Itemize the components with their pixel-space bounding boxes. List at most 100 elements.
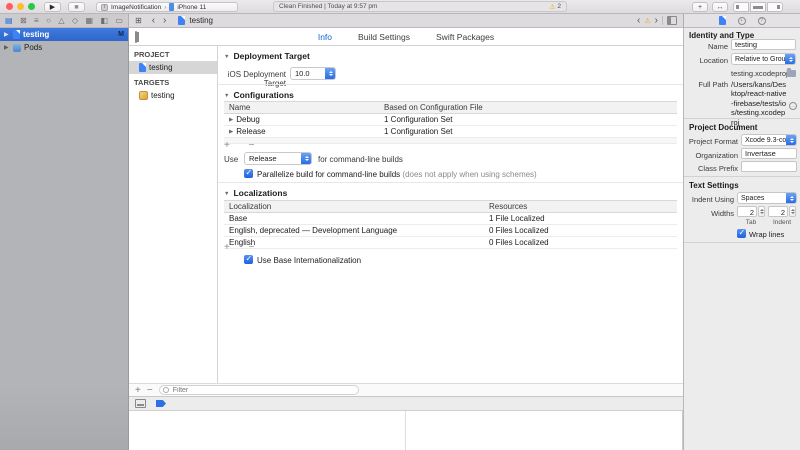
configurations-add-remove-buttons[interactable]: + −	[224, 140, 262, 151]
section-deployment-target[interactable]: Deployment Target	[224, 51, 310, 61]
parallelize-checkbox[interactable]	[244, 169, 253, 178]
localizations-add-remove-buttons[interactable]: + −	[224, 242, 262, 253]
editor-options-icon[interactable]	[667, 16, 677, 25]
activity-status: Clean Finished | Today at 9:57 pm ⚠ 2	[273, 1, 567, 12]
table-row[interactable]: ▶Release 1 Configuration Set	[224, 126, 677, 138]
ios-deployment-label: iOS Deployment Target	[218, 70, 286, 88]
filter-input[interactable]	[171, 386, 355, 395]
debug-navigator-icon[interactable]: ▦	[85, 16, 93, 25]
table-row[interactable]: ▶Debug 1 Configuration Set	[224, 114, 677, 126]
stepper-arrows-icon[interactable]	[789, 206, 796, 217]
xcode-window: ▶ ■ i ImageNotification › iPhone 11 Clea…	[0, 0, 800, 450]
previous-issue-icon[interactable]: ‹	[637, 15, 640, 26]
tab-build-settings[interactable]: Build Settings	[358, 32, 410, 42]
symbol-navigator-icon[interactable]: ≡	[34, 16, 39, 25]
table-row[interactable]: Base 1 File Localized	[224, 213, 677, 225]
inspector-panel-icon	[777, 5, 780, 9]
tab-overview-icon[interactable]: ⊞	[135, 16, 142, 25]
tab-swift-packages[interactable]: Swift Packages	[436, 32, 494, 42]
scheme-selector[interactable]: i ImageNotification › iPhone 11	[96, 2, 238, 12]
history-inspector-icon[interactable]: •	[738, 17, 746, 25]
tab-width-stepper[interactable]: 2	[737, 206, 765, 217]
name-input[interactable]	[732, 40, 795, 49]
base-internationalization-checkbox[interactable]	[244, 255, 253, 264]
class-prefix-field[interactable]	[741, 161, 797, 172]
location-select[interactable]: Relative to Group	[731, 53, 796, 65]
target-item-testing[interactable]: testing	[129, 89, 217, 102]
file-inspector-panel: Identity and Type Name Location Relative…	[683, 28, 800, 450]
editor-layout-button[interactable]: ↔	[712, 2, 728, 12]
indent-width-value[interactable]: 2	[768, 206, 788, 217]
table-row[interactable]: English 0 Files Localized	[224, 237, 677, 249]
navigator-tab-bar: ▤ ⊠ ≡ ○ △ ◇ ▦ ◧ ▭	[0, 14, 129, 28]
col-name: Name	[224, 103, 379, 112]
class-prefix-input[interactable]	[742, 162, 796, 171]
zoom-window-button[interactable]	[28, 3, 35, 10]
disclosure-icon[interactable]: ▶	[4, 44, 10, 51]
add-editor-button[interactable]: +	[692, 2, 708, 12]
remove-target-button[interactable]: −	[147, 385, 153, 396]
folder-icon[interactable]	[787, 70, 796, 77]
ios-deployment-select[interactable]: 10.0	[290, 67, 336, 80]
project-group-header: PROJECT	[129, 46, 217, 61]
wrap-lines-checkbox[interactable]	[737, 229, 746, 238]
toggle-inspector-button[interactable]	[767, 2, 783, 12]
project-file-icon	[139, 63, 146, 72]
test-navigator-icon[interactable]: ◇	[72, 16, 78, 25]
next-issue-icon[interactable]: ›	[655, 15, 658, 26]
issue-navigator-icon[interactable]: △	[58, 16, 64, 25]
scheme-device-name[interactable]: iPhone 11	[177, 4, 206, 11]
section-configurations[interactable]: Configurations	[224, 90, 294, 100]
disclosure-icon[interactable]: ▶	[4, 31, 10, 38]
command-line-config-select[interactable]: Release	[244, 152, 312, 165]
full-path-label: Full Path	[684, 80, 728, 89]
pods-project-icon	[13, 44, 21, 52]
minimize-window-button[interactable]	[17, 3, 24, 10]
navigator-item-pods[interactable]: ▶ Pods	[0, 41, 128, 54]
toggle-navigator-button[interactable]	[733, 2, 749, 12]
tab-info[interactable]: Info	[318, 32, 332, 42]
organization-input[interactable]	[742, 149, 796, 158]
report-navigator-icon[interactable]: ▭	[115, 16, 123, 25]
navigator-item-testing[interactable]: ▶ testing M	[0, 28, 128, 41]
toggle-debug-area-button[interactable]	[750, 2, 766, 12]
organization-field[interactable]	[741, 148, 797, 159]
localization-name: English	[224, 238, 484, 247]
file-inspector-icon[interactable]	[719, 16, 726, 25]
back-icon[interactable]: ‹	[152, 15, 155, 26]
stepper-arrows-icon[interactable]	[758, 206, 765, 217]
breakpoint-navigator-icon[interactable]: ◧	[100, 16, 108, 25]
run-button[interactable]: ▶	[44, 2, 61, 12]
debug-area-toggle-icon[interactable]	[135, 399, 146, 408]
tab-width-value[interactable]: 2	[737, 206, 757, 217]
project-format-select[interactable]: Xcode 9.3-compatible	[741, 134, 797, 146]
stop-button[interactable]: ■	[68, 2, 85, 12]
config-name: Release	[236, 127, 265, 136]
forward-icon[interactable]: ›	[163, 15, 166, 26]
project-navigator-icon[interactable]: ▤	[5, 16, 13, 25]
add-target-button[interactable]: +	[135, 385, 141, 396]
warning-count[interactable]: 2	[557, 3, 561, 10]
table-row[interactable]: English, deprecated — Development Langua…	[224, 225, 677, 237]
find-navigator-icon[interactable]: ○	[46, 16, 51, 25]
source-control-navigator-icon[interactable]: ⊠	[20, 16, 27, 25]
open-path-arrow-icon[interactable]: →	[789, 102, 797, 110]
disclosure-icon[interactable]: ▶	[229, 117, 233, 123]
indent-using-select[interactable]: Spaces	[737, 192, 797, 204]
main-toolbar: ▶ ■ i ImageNotification › iPhone 11 Clea…	[0, 0, 800, 14]
inspector-tab-bar: • ?	[683, 14, 800, 28]
tab-title[interactable]: testing	[189, 16, 213, 25]
scheme-app-name[interactable]: ImageNotification	[111, 4, 161, 11]
quick-help-inspector-icon[interactable]: ?	[758, 17, 766, 25]
name-field[interactable]	[731, 39, 796, 50]
wrap-lines-label: Wrap lines	[749, 230, 784, 239]
disclosure-icon[interactable]: ▶	[229, 129, 233, 135]
indent-width-stepper[interactable]: 2	[768, 206, 796, 217]
project-format-label: Project Format	[684, 137, 738, 146]
filter-field[interactable]	[159, 385, 359, 395]
section-localizations[interactable]: Localizations	[224, 188, 287, 198]
project-item-testing[interactable]: testing	[129, 61, 217, 74]
dropdown-arrows-icon	[786, 134, 797, 146]
breakpoints-toggle-icon[interactable]	[156, 400, 166, 407]
close-window-button[interactable]	[6, 3, 13, 10]
